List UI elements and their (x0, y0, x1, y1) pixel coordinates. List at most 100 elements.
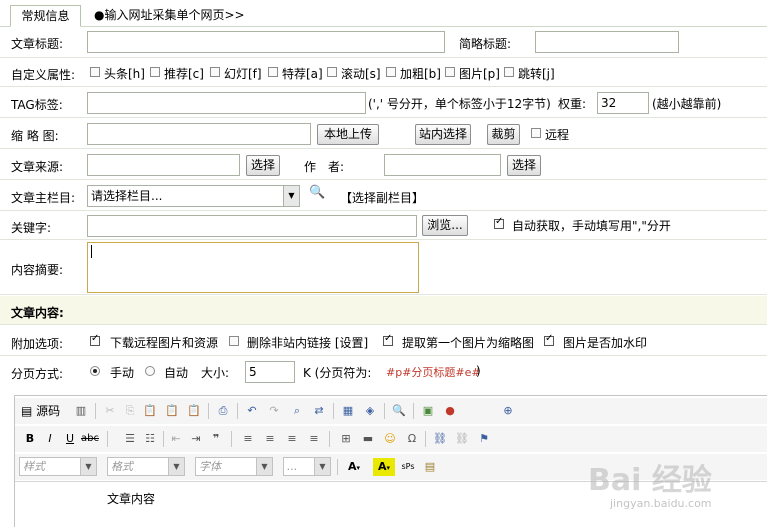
paging-manual-radio[interactable] (90, 366, 100, 376)
page-break-icon[interactable]: ▤ (421, 458, 439, 476)
site-select-button[interactable]: 站内选择 (415, 124, 471, 145)
underline-icon[interactable]: U (61, 430, 79, 448)
short-title-input[interactable] (535, 31, 679, 53)
source-input[interactable] (87, 154, 240, 176)
maximize-icon[interactable]: ⊕ (499, 402, 517, 420)
remove-links-checkbox[interactable] (229, 336, 239, 346)
paste-icon[interactable]: 📋 (141, 402, 159, 420)
tag-label: TAG标签: (11, 98, 63, 112)
thumbnail-label: 缩 略 图: (11, 129, 59, 143)
search-icon[interactable]: 🔍 (309, 185, 325, 200)
chevron-down-icon: ▼ (168, 458, 184, 475)
title-input[interactable] (87, 31, 445, 53)
blockquote-icon[interactable]: ❞ (207, 430, 225, 448)
baidu-watermark-url: jingyan.baidu.com (610, 497, 712, 510)
table-icon[interactable]: ⊞ (337, 430, 355, 448)
attr-bold-checkbox[interactable] (386, 67, 396, 77)
undo-icon[interactable]: ↶ (243, 402, 261, 420)
special-char-icon[interactable]: Ω (403, 430, 421, 448)
bold-icon[interactable]: B (21, 430, 39, 448)
outdent-icon[interactable]: ⇤ (167, 430, 185, 448)
preview-icon[interactable]: 🔍 (390, 402, 408, 420)
text-color-icon[interactable]: A▾ (343, 458, 365, 476)
select-all-icon[interactable]: ▦ (339, 402, 357, 420)
attr-recommend-label: 推荐[c] (164, 67, 204, 81)
indent-icon[interactable]: ⇥ (187, 430, 205, 448)
smiley-icon[interactable]: ☺ (381, 430, 399, 448)
attr-slide-checkbox[interactable] (210, 67, 220, 77)
bg-color-icon[interactable]: A▾ (373, 458, 395, 476)
find-icon[interactable]: ⌕ (288, 402, 306, 420)
column-select[interactable]: 请选择栏目... ▼ (87, 185, 300, 207)
italic-icon[interactable]: I (41, 430, 59, 448)
watermark-label: 图片是否加水印 (563, 336, 648, 350)
auto-keywords-checkbox[interactable] (494, 216, 504, 229)
tab-collect-url[interactable]: ●输入网址采集单个网页>> (94, 5, 245, 27)
numbered-list-icon[interactable]: ☰ (121, 430, 139, 448)
local-upload-button[interactable]: 本地上传 (317, 124, 379, 145)
format-combo-label: 格式 (111, 460, 133, 473)
paging-auto-radio[interactable] (145, 366, 155, 376)
style-combo[interactable]: 样式 ▼ (19, 457, 97, 476)
align-left-icon[interactable]: ≡ (239, 430, 257, 448)
size-combo[interactable]: ... ▼ (283, 457, 331, 476)
attr-bold-label: 加粗[b] (400, 67, 441, 81)
download-remote-label: 下载远程图片和资源 (110, 336, 219, 350)
paste-word-icon[interactable]: 📋 (185, 402, 203, 420)
spellcheck-icon[interactable]: sPs (399, 458, 417, 476)
unlink-icon[interactable]: ⛓ (453, 430, 471, 448)
extract-thumb-checkbox[interactable] (383, 333, 393, 346)
format-combo[interactable]: 格式 ▼ (107, 457, 185, 476)
align-right-icon[interactable]: ≡ (283, 430, 301, 448)
thumbnail-input[interactable] (87, 123, 311, 145)
horizontal-rule-icon[interactable]: ▬ (359, 430, 377, 448)
new-page-icon[interactable]: ▥ (72, 402, 90, 420)
tag-input[interactable] (87, 92, 366, 114)
summary-textarea[interactable] (87, 242, 419, 293)
keywords-input[interactable] (87, 215, 417, 237)
image-icon[interactable]: ▣ (419, 402, 437, 420)
flash-icon[interactable]: ● (441, 402, 459, 420)
replace-icon[interactable]: ⇄ (310, 402, 328, 420)
browse-button[interactable]: 浏览... (422, 215, 468, 236)
auto-keywords-label: 自动获取，手动填写用","分开 (512, 219, 671, 233)
attr-image-checkbox[interactable] (445, 67, 455, 77)
source-button[interactable]: ▤ 源码 (21, 402, 67, 420)
copy-icon[interactable]: ⎘ (121, 402, 139, 420)
paging-manual-label: 手动 (110, 366, 135, 380)
paging-row: 分页方式: 手动 自动 大小: 5 K (分页符为: #p#分页标题#e# ) (0, 357, 767, 387)
crop-button[interactable]: 裁剪 (487, 124, 520, 145)
print-icon[interactable]: ⎙ (214, 402, 232, 420)
bulleted-list-icon[interactable]: ☷ (141, 430, 159, 448)
align-justify-icon[interactable]: ≡ (305, 430, 323, 448)
attr-special-checkbox[interactable] (268, 67, 278, 77)
redo-icon[interactable]: ↷ (265, 402, 283, 420)
remote-checkbox[interactable] (531, 128, 541, 138)
watermark-checkbox[interactable] (544, 333, 554, 346)
align-center-icon[interactable]: ≡ (261, 430, 279, 448)
chevron-down-icon[interactable]: ▼ (283, 186, 299, 206)
remove-format-icon[interactable]: ◈ (361, 402, 379, 420)
strikethrough-icon[interactable]: abc (81, 430, 99, 448)
font-combo[interactable]: 字体 ▼ (195, 457, 273, 476)
weight-input[interactable]: 32 (597, 92, 649, 114)
attr-scroll-checkbox[interactable] (327, 67, 337, 77)
keywords-row: 关键字: 浏览... 自动获取，手动填写用","分开 (0, 212, 767, 240)
paging-marker: #p#分页标题#e# (386, 366, 481, 379)
paging-size-input[interactable]: 5 (245, 361, 295, 383)
link-icon[interactable]: ⛓ (431, 430, 449, 448)
source-select-button[interactable]: 选择 (246, 155, 280, 176)
tag-hint: (',' 号分开，单个标签小于12字节) (368, 97, 551, 111)
attr-jump-checkbox[interactable] (504, 67, 514, 77)
author-input[interactable] (384, 154, 501, 176)
sub-column-link[interactable]: 【选择副栏目】 (340, 189, 424, 206)
cut-icon[interactable]: ✂ (101, 402, 119, 420)
paste-text-icon[interactable]: 📋 (163, 402, 181, 420)
download-remote-checkbox[interactable] (90, 333, 100, 346)
anchor-icon[interactable]: ⚑ (475, 430, 493, 448)
attr-headline-checkbox[interactable] (90, 67, 100, 77)
author-select-button[interactable]: 选择 (507, 155, 541, 176)
attr-recommend-checkbox[interactable] (150, 67, 160, 77)
editor-toolbar-row-2: B I U abc ☰ ☷ ⇤ ⇥ ❞ ≡ ≡ ≡ ≡ ⊞ ▬ ☺ Ω ⛓ ⛓ … (15, 426, 767, 452)
tab-normal-info[interactable]: 常规信息 (10, 5, 81, 27)
